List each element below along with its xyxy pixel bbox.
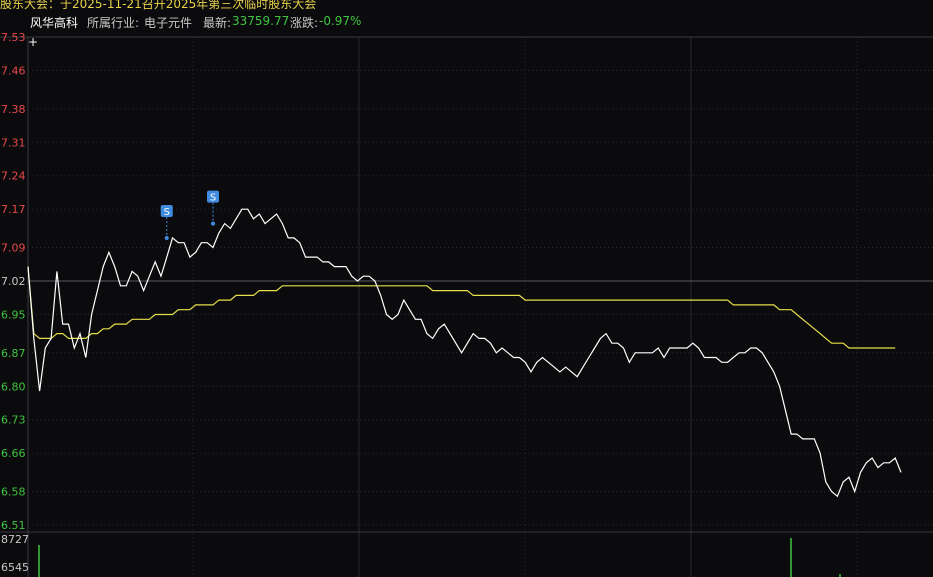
volume-pane: 8727 6545	[1, 533, 841, 577]
y-tick-label: 7.24	[1, 170, 26, 183]
y-tick-label: 6.73	[1, 414, 26, 427]
price-axis: 7.53 7.46 7.38 7.31 7.24 7.17 7.09 7.02 6.95 6.87…	[1, 31, 26, 532]
y-tick-label: 6.51	[1, 519, 26, 532]
y-tick-label: 7.17	[1, 203, 26, 216]
y-tick-label: 6.66	[1, 447, 26, 460]
chart-grid	[0, 36, 933, 577]
intraday-chart: 7.53 7.46 7.38 7.31 7.24 7.17 7.09 7.02 6.95 6.87…	[0, 31, 933, 577]
y-tick-label: 6.58	[1, 486, 26, 499]
signal-point	[211, 221, 216, 226]
y-tick-label: 7.02	[1, 275, 26, 288]
signal-markers: SS	[160, 190, 220, 240]
crosshair-icon: +	[28, 35, 38, 49]
signal-label: S	[164, 207, 170, 218]
y-tick-label: 7.46	[1, 64, 26, 77]
volume-tick-label: 6545	[1, 561, 29, 574]
signal-point	[164, 235, 169, 240]
volume-tick-label: 8727	[1, 533, 29, 546]
y-tick-label: 7.31	[1, 136, 26, 149]
y-tick-label: 6.87	[1, 347, 26, 360]
y-tick-label: 7.38	[1, 103, 26, 116]
average-price-line	[27, 266, 896, 349]
y-tick-label: 6.80	[1, 380, 26, 393]
y-tick-label: 6.95	[1, 308, 26, 321]
y-tick-label: 7.53	[1, 31, 26, 44]
y-tick-label: 7.09	[1, 242, 26, 255]
signal-label: S	[210, 193, 216, 204]
